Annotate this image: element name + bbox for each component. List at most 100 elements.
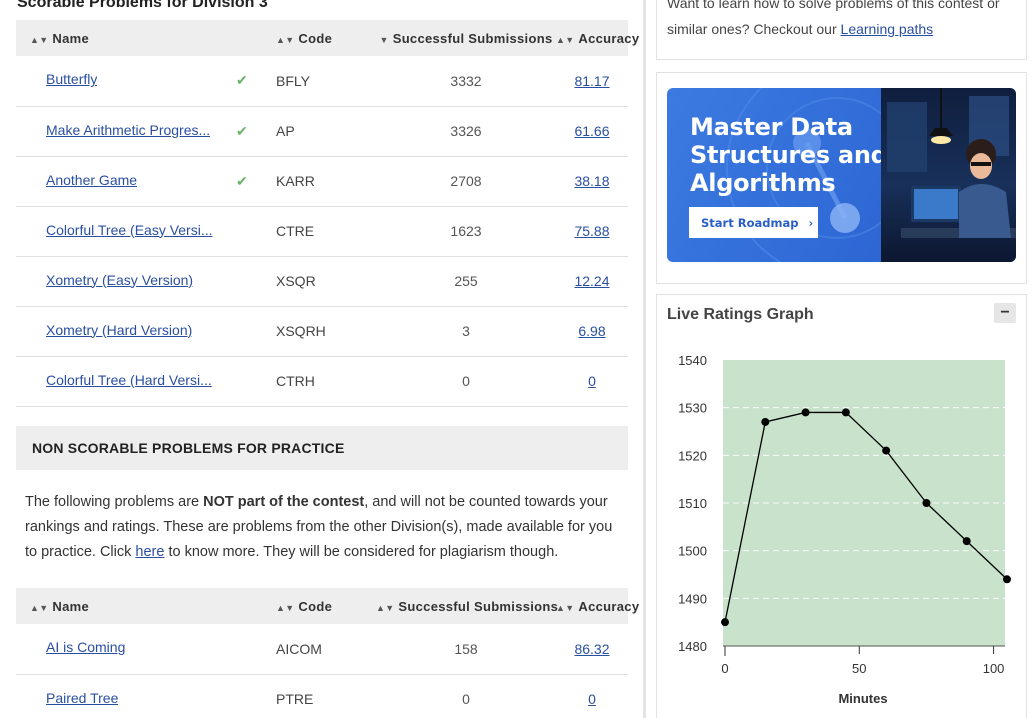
accuracy-cell: 61.66 bbox=[556, 106, 628, 157]
here-link[interactable]: here bbox=[135, 544, 164, 560]
code-header[interactable]: ▲▼ Code bbox=[276, 588, 376, 624]
accuracy-link[interactable]: 81.17 bbox=[574, 73, 609, 89]
subs-header-label: Successful Submissions bbox=[398, 598, 559, 614]
solved-cell: ✔ bbox=[236, 156, 276, 207]
non-scorable-description: The following problems are NOT part of t… bbox=[25, 490, 625, 565]
name-header-label: Name bbox=[52, 598, 90, 614]
start-roadmap-button[interactable]: Start Roadmap › bbox=[689, 207, 818, 238]
sort-icon: ▲▼ bbox=[376, 602, 395, 613]
roadmap-banner[interactable]: Master Data Structures and Algorithms St… bbox=[667, 88, 1016, 262]
problem-link[interactable]: Colorful Tree (Easy Versi... bbox=[30, 222, 213, 238]
problem-name-cell: AI is Coming bbox=[16, 624, 236, 675]
table-row: Butterfly ✔ BFLY 3332 81.17 bbox=[16, 56, 628, 107]
code-header[interactable]: ▲▼ Code bbox=[276, 20, 376, 56]
subs-header[interactable]: ▼ Successful Submissions bbox=[376, 20, 556, 56]
non-scorable-header: NON SCORABLE PROBLEMS FOR PRACTICE bbox=[16, 426, 628, 470]
successful-submissions: 3332 bbox=[376, 56, 556, 107]
accuracy-cell: 0 bbox=[556, 356, 628, 407]
accuracy-link[interactable]: 0 bbox=[588, 691, 596, 707]
accuracy-cell: 0 bbox=[556, 674, 628, 718]
check-header bbox=[236, 588, 276, 624]
accuracy-link[interactable]: 12.24 bbox=[574, 273, 609, 289]
banner-title-line: Algorithms bbox=[690, 169, 836, 197]
learning-paths-link[interactable]: Learning paths bbox=[841, 21, 934, 37]
banner-title: Master Data Structures and Algorithms bbox=[690, 113, 888, 197]
problem-link[interactable]: AI is Coming bbox=[30, 639, 125, 655]
problem-code: XSQRH bbox=[276, 306, 376, 357]
acc-header-label: Accuracy bbox=[578, 30, 640, 46]
problem-name-cell: Make Arithmetic Progres... bbox=[16, 106, 236, 157]
acc-header[interactable]: ▲▼ Accuracy bbox=[556, 588, 639, 624]
left-panel: Scorable Problems for Division 3 ▲▼ Name … bbox=[0, 0, 643, 718]
successful-submissions: 3 bbox=[376, 306, 556, 357]
problem-code: AICOM bbox=[276, 624, 376, 675]
accuracy-cell: 38.18 bbox=[556, 156, 628, 207]
scorable-body: Butterfly ✔ BFLY 3332 81.17 Make Arithmetic P… bbox=[16, 56, 628, 407]
problem-code: AP bbox=[276, 106, 376, 157]
problem-link[interactable]: Xometry (Easy Version) bbox=[30, 272, 193, 288]
accuracy-link[interactable]: 6.98 bbox=[578, 323, 605, 339]
problem-link[interactable]: Make Arithmetic Progres... bbox=[30, 122, 210, 138]
name-header[interactable]: ▲▼ Name bbox=[16, 20, 236, 56]
coder-illustration bbox=[881, 88, 1016, 262]
table-header-row: ▲▼ Name ▲▼ Code ▼ Successful Submissions ▲▼… bbox=[16, 20, 639, 56]
accuracy-link[interactable]: 75.88 bbox=[574, 223, 609, 239]
scorable-title: Scorable Problems for Division 3 bbox=[17, 0, 268, 11]
accuracy-link[interactable]: 38.18 bbox=[574, 173, 609, 189]
accuracy-cell: 81.17 bbox=[556, 56, 628, 107]
accuracy-cell: 86.32 bbox=[556, 624, 628, 675]
sort-icon: ▲▼ bbox=[30, 602, 49, 613]
successful-submissions: 1623 bbox=[376, 206, 556, 257]
check-header bbox=[236, 20, 276, 56]
successful-submissions: 0 bbox=[376, 356, 556, 407]
problem-code: CTRE bbox=[276, 206, 376, 257]
problem-link[interactable]: Another Game bbox=[30, 172, 137, 188]
problem-name-cell: Butterfly bbox=[16, 56, 236, 107]
problem-link[interactable]: Xometry (Hard Version) bbox=[30, 322, 192, 338]
sort-icon: ▲▼ bbox=[30, 34, 49, 45]
table-row: Xometry (Hard Version) XSQRH 3 6.98 bbox=[16, 306, 628, 357]
table-row: Xometry (Easy Version) XSQR 255 12.24 bbox=[16, 256, 628, 307]
table-row: Make Arithmetic Progres... ✔ AP 3326 61.66 bbox=[16, 106, 628, 157]
page: Scorable Problems for Division 3 ▲▼ Name … bbox=[0, 0, 1035, 718]
sort-icon: ▲▼ bbox=[276, 602, 295, 613]
description-bold: NOT part of the contest bbox=[203, 494, 365, 510]
sort-icon: ▲▼ bbox=[556, 602, 575, 613]
problem-code: KARR bbox=[276, 156, 376, 207]
panel-divider bbox=[643, 0, 646, 718]
problem-link[interactable]: Butterfly bbox=[30, 71, 97, 87]
acc-header[interactable]: ▲▼ Accuracy bbox=[556, 20, 639, 56]
non-scorable-body: AI is Coming AICOM 158 86.32 Paired Tree PTRE… bbox=[16, 624, 628, 718]
code-header-label: Code bbox=[298, 30, 333, 46]
description-text: The following problems are bbox=[25, 494, 204, 510]
name-header-label: Name bbox=[52, 30, 90, 46]
accuracy-link[interactable]: 61.66 bbox=[574, 123, 609, 139]
solved-cell bbox=[236, 356, 276, 407]
collapse-button[interactable]: − bbox=[994, 303, 1016, 323]
name-header[interactable]: ▲▼ Name bbox=[16, 588, 236, 624]
solved-cell bbox=[236, 306, 276, 357]
solved-cell bbox=[236, 206, 276, 257]
problem-code: BFLY bbox=[276, 56, 376, 107]
table-row: Colorful Tree (Easy Versi... CTRE 1623 75.8… bbox=[16, 206, 628, 257]
learning-promo-text: Want to learn how to solve problems of t… bbox=[667, 0, 1017, 42]
problem-link[interactable]: Paired Tree bbox=[30, 690, 118, 706]
code-header-label: Code bbox=[298, 598, 333, 614]
coder-illustration-icon bbox=[887, 88, 1016, 238]
check-icon: ✔ bbox=[236, 72, 248, 89]
accuracy-cell: 12.24 bbox=[556, 256, 628, 307]
successful-submissions: 2708 bbox=[376, 156, 556, 207]
accuracy-link[interactable]: 86.32 bbox=[574, 641, 609, 657]
problem-name-cell: Another Game bbox=[16, 156, 236, 207]
problem-name-cell: Xometry (Easy Version) bbox=[16, 256, 236, 307]
solved-cell bbox=[236, 256, 276, 307]
sort-icon: ▲▼ bbox=[556, 34, 575, 45]
check-icon: ✔ bbox=[236, 172, 248, 189]
subs-header[interactable]: ▲▼ Successful Submissions bbox=[376, 588, 559, 624]
problem-link[interactable]: Colorful Tree (Hard Versi... bbox=[30, 372, 212, 388]
accuracy-link[interactable]: 0 bbox=[588, 373, 596, 389]
problem-name-cell: Paired Tree bbox=[16, 674, 236, 718]
subs-header-label: Successful Submissions bbox=[392, 30, 553, 46]
problem-name-cell: Colorful Tree (Hard Versi... bbox=[16, 356, 236, 407]
problem-code: CTRH bbox=[276, 356, 376, 407]
